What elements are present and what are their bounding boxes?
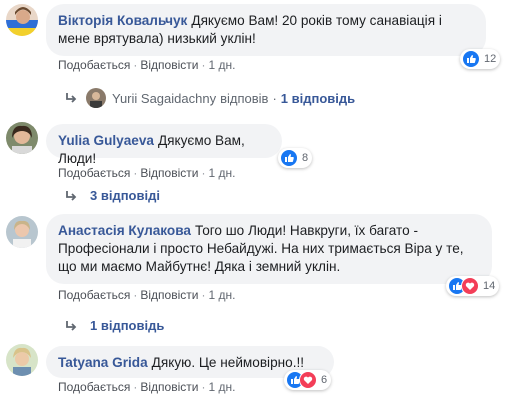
reply-arrow-icon	[66, 93, 77, 103]
separator: ·	[272, 90, 277, 106]
avatar[interactable]	[6, 344, 38, 376]
reaction-summary[interactable]: 8	[278, 148, 313, 168]
comment-bubble: Анастасія Кулакова Того шо Люди! Навкруги…	[46, 214, 492, 284]
like-reaction-icon	[280, 149, 298, 167]
like-link[interactable]: Подобається	[58, 166, 130, 180]
replies-count: 3 відповіді	[90, 188, 160, 203]
avatar[interactable]	[6, 122, 38, 154]
comment-time[interactable]: 1 дн.	[208, 380, 235, 394]
comment-bubble: Yulia Gulyaeva Дякуємо Вам, Люди!	[46, 124, 282, 166]
reply-summary[interactable]: Yurii Sagaidachny відповів · 1 відповідь	[64, 88, 355, 108]
separator: ·	[133, 288, 138, 302]
reaction-summary[interactable]: 12	[460, 49, 501, 69]
love-reaction-icon	[299, 371, 317, 389]
comment-text: Дякую. Це неймовірно.!!	[151, 355, 305, 370]
reply-link[interactable]: Відповісти	[140, 288, 198, 302]
comment-bubble: Вікторія Ковальчук Дякуємо Вам! 20 років …	[46, 4, 486, 56]
reply-link[interactable]: Відповісти	[140, 166, 198, 180]
like-reaction-icon	[462, 50, 480, 68]
comment-author[interactable]: Tatyana Grida	[58, 355, 148, 370]
reaction-count: 8	[302, 152, 309, 164]
avatar[interactable]	[6, 216, 38, 248]
avatar	[86, 88, 106, 108]
reply-verb: відповів	[220, 90, 269, 106]
avatar[interactable]	[6, 4, 38, 36]
reaction-count: 12	[484, 53, 497, 65]
reaction-summary[interactable]: 6	[284, 370, 332, 390]
comment-actions: Подобається · Відповісти · 1 дн.	[58, 166, 235, 180]
comment-time[interactable]: 1 дн.	[208, 288, 235, 302]
like-link[interactable]: Подобається	[58, 58, 130, 72]
reply-arrow-icon	[66, 190, 77, 201]
comment-actions: Подобається · Відповісти · 1 дн.	[58, 288, 235, 302]
separator: ·	[201, 166, 206, 180]
comment-time[interactable]: 1 дн.	[208, 58, 235, 72]
love-reaction-icon	[461, 277, 479, 295]
comment-time[interactable]: 1 дн.	[208, 166, 235, 180]
comment-author[interactable]: Вікторія Ковальчук	[58, 13, 187, 28]
reaction-count: 14	[483, 280, 496, 292]
comment-author[interactable]: Yulia Gulyaeva	[58, 133, 154, 148]
separator: ·	[201, 380, 206, 394]
reply-link[interactable]: Відповісти	[140, 58, 198, 72]
separator: ·	[133, 166, 138, 180]
view-replies[interactable]: 3 відповіді	[64, 188, 160, 203]
separator: ·	[201, 288, 206, 302]
like-link[interactable]: Подобається	[58, 288, 130, 302]
separator: ·	[133, 58, 138, 72]
view-replies[interactable]: 1 відповідь	[64, 318, 164, 333]
replies-count: 1 відповідь	[90, 318, 165, 333]
reply-count: 1 відповідь	[280, 90, 356, 106]
like-link[interactable]: Подобається	[58, 380, 130, 394]
comment-actions: Подобається · Відповісти · 1 дн.	[58, 58, 235, 72]
reaction-summary[interactable]: 14	[446, 276, 500, 296]
reaction-count: 6	[321, 374, 328, 386]
comment-actions: Подобається · Відповісти · 1 дн.	[58, 380, 235, 394]
comment-author[interactable]: Анастасія Кулакова	[58, 223, 191, 238]
reply-author: Yurii Sagaidachny	[112, 90, 217, 106]
reply-arrow-icon	[66, 320, 77, 331]
separator: ·	[133, 380, 138, 394]
separator: ·	[201, 58, 206, 72]
reply-link[interactable]: Відповісти	[140, 380, 198, 394]
